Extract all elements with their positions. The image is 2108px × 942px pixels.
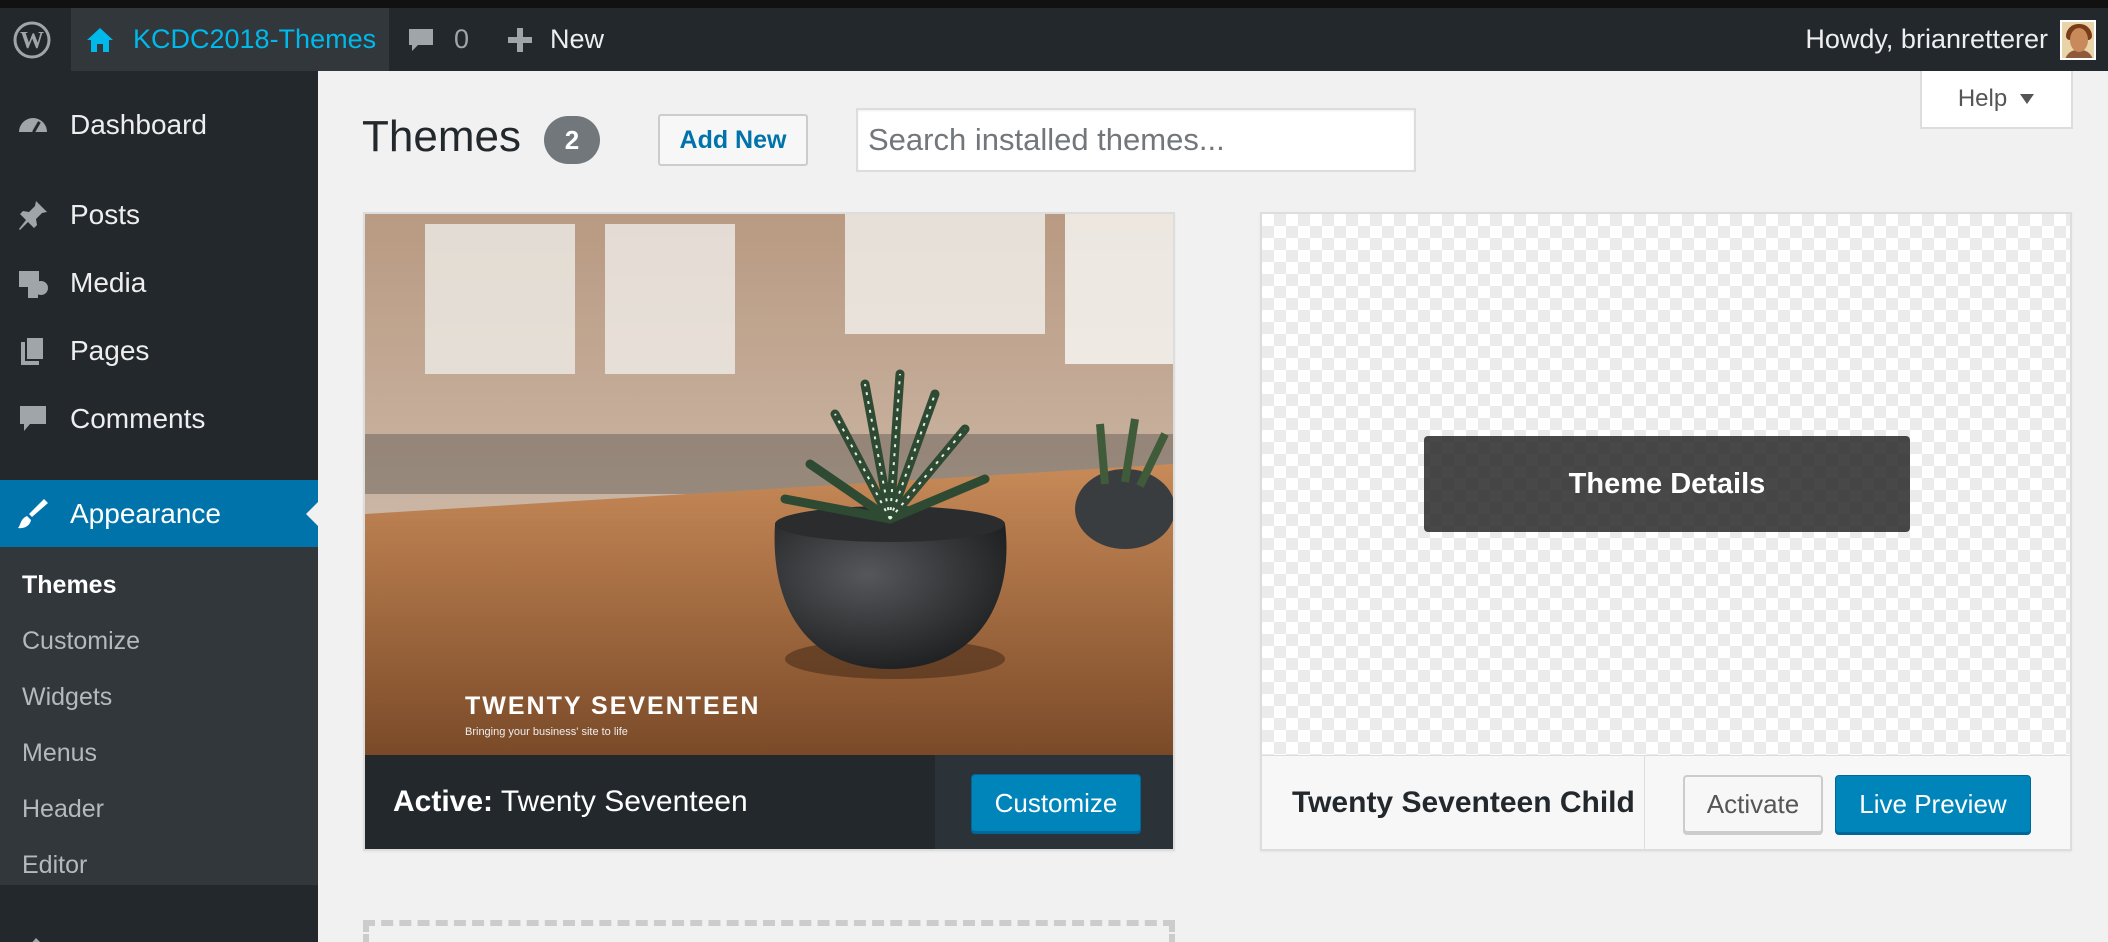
new-content-link[interactable]: New <box>506 8 604 71</box>
theme-name: Twenty Seventeen Child <box>1292 785 1635 819</box>
help-label: Help <box>1957 85 2008 112</box>
sidebar-item-comments[interactable]: Comments <box>0 389 318 449</box>
sidebar-item-label: Appearance <box>70 498 222 529</box>
sidebar-item-appearance[interactable]: Appearance <box>0 480 318 548</box>
sidebar-item-label: Media <box>70 267 147 298</box>
sidebar-item-plugins-partial[interactable] <box>0 914 318 942</box>
paintbrush-icon <box>16 497 50 531</box>
submenu-header[interactable]: Header <box>22 789 104 829</box>
page-title: Themes <box>362 112 521 161</box>
admin-sidebar: Dashboard Posts Media Pages Comments App… <box>0 71 318 942</box>
comments-link[interactable]: 0 <box>406 8 469 71</box>
help-tab-button[interactable]: Help <box>1920 71 2073 129</box>
activate-button[interactable]: Activate <box>1683 775 1823 833</box>
pages-icon <box>16 334 50 368</box>
comment-icon <box>16 402 50 436</box>
theme-card-child[interactable]: Theme Details Twenty Seventeen Child Act… <box>1260 212 2072 851</box>
submenu-customize[interactable]: Customize <box>22 621 140 661</box>
top-edge <box>0 0 2108 8</box>
wordpress-logo-icon[interactable]: W <box>0 8 64 71</box>
theme-screenshot-image <box>365 214 1173 755</box>
howdy-text: Howdy, brianretterer <box>1805 24 2048 54</box>
pin-icon <box>16 198 50 232</box>
sidebar-item-posts[interactable]: Posts <box>0 185 318 245</box>
submenu-editor[interactable]: Editor <box>22 845 87 885</box>
submenu-widgets[interactable]: Widgets <box>22 677 112 717</box>
theme-screenshot[interactable]: Theme Details <box>1262 214 2070 755</box>
screenshot-theme-title: TWENTY SEVENTEEN <box>465 692 761 720</box>
site-name: KCDC2018-Themes <box>133 24 377 54</box>
add-new-button[interactable]: Add New <box>658 114 808 166</box>
comment-bubble-icon <box>409 28 433 51</box>
dashboard-icon <box>16 108 50 142</box>
sidebar-item-label: Dashboard <box>70 109 207 140</box>
theme-count-badge: 2 <box>544 116 600 164</box>
comments-count: 0 <box>454 24 470 54</box>
theme-screenshot[interactable]: TWENTY SEVENTEEN Bringing your business'… <box>365 214 1173 755</box>
theme-card-active[interactable]: TWENTY SEVENTEEN Bringing your business'… <box>363 212 1175 851</box>
sidebar-item-label: Pages <box>70 335 150 366</box>
customize-button[interactable]: Customize <box>971 774 1141 832</box>
appearance-submenu: Themes Customize Widgets Menus Header Ed… <box>0 547 318 885</box>
active-label: Active: <box>393 785 494 818</box>
submenu-themes[interactable]: Themes <box>22 565 116 605</box>
submenu-menus[interactable]: Menus <box>22 733 97 773</box>
theme-name-bar: Twenty Seventeen Child Activate Live Pre… <box>1262 755 2070 850</box>
plus-icon <box>508 27 532 52</box>
svg-text:W: W <box>20 28 44 54</box>
sidebar-item-label: Comments <box>70 403 206 434</box>
site-name-link[interactable]: KCDC2018-Themes <box>71 8 389 71</box>
sidebar-item-media[interactable]: Media <box>0 253 318 313</box>
account-menu[interactable]: Howdy, brianretterer <box>1805 8 2096 71</box>
caret-down-icon <box>2020 94 2035 104</box>
live-preview-button[interactable]: Live Preview <box>1835 775 2031 833</box>
sidebar-item-label: Posts <box>70 199 141 230</box>
new-label: New <box>550 24 605 54</box>
theme-name-bar: Active: Twenty Seventeen Customize <box>365 755 1173 849</box>
theme-details-button[interactable]: Theme Details <box>1424 436 1910 532</box>
theme-actions: Activate Live Preview <box>1644 756 2070 850</box>
screenshot-theme-tagline: Bringing your business' site to life <box>465 726 628 738</box>
sidebar-item-dashboard[interactable]: Dashboard <box>0 95 318 155</box>
search-input[interactable] <box>856 108 1416 172</box>
avatar <box>2060 19 2096 60</box>
add-new-theme-card[interactable] <box>363 920 1175 942</box>
media-icon <box>16 266 50 300</box>
theme-actions: Customize <box>935 755 1173 849</box>
admin-bar: W KCDC2018-Themes 0 New Howdy, brianrett… <box>0 8 2108 71</box>
theme-name: Active: Twenty Seventeen <box>393 785 748 819</box>
sidebar-item-pages[interactable]: Pages <box>0 321 318 381</box>
active-theme-name: Twenty Seventeen <box>500 785 748 818</box>
plug-icon <box>32 938 40 942</box>
home-icon <box>87 27 113 52</box>
